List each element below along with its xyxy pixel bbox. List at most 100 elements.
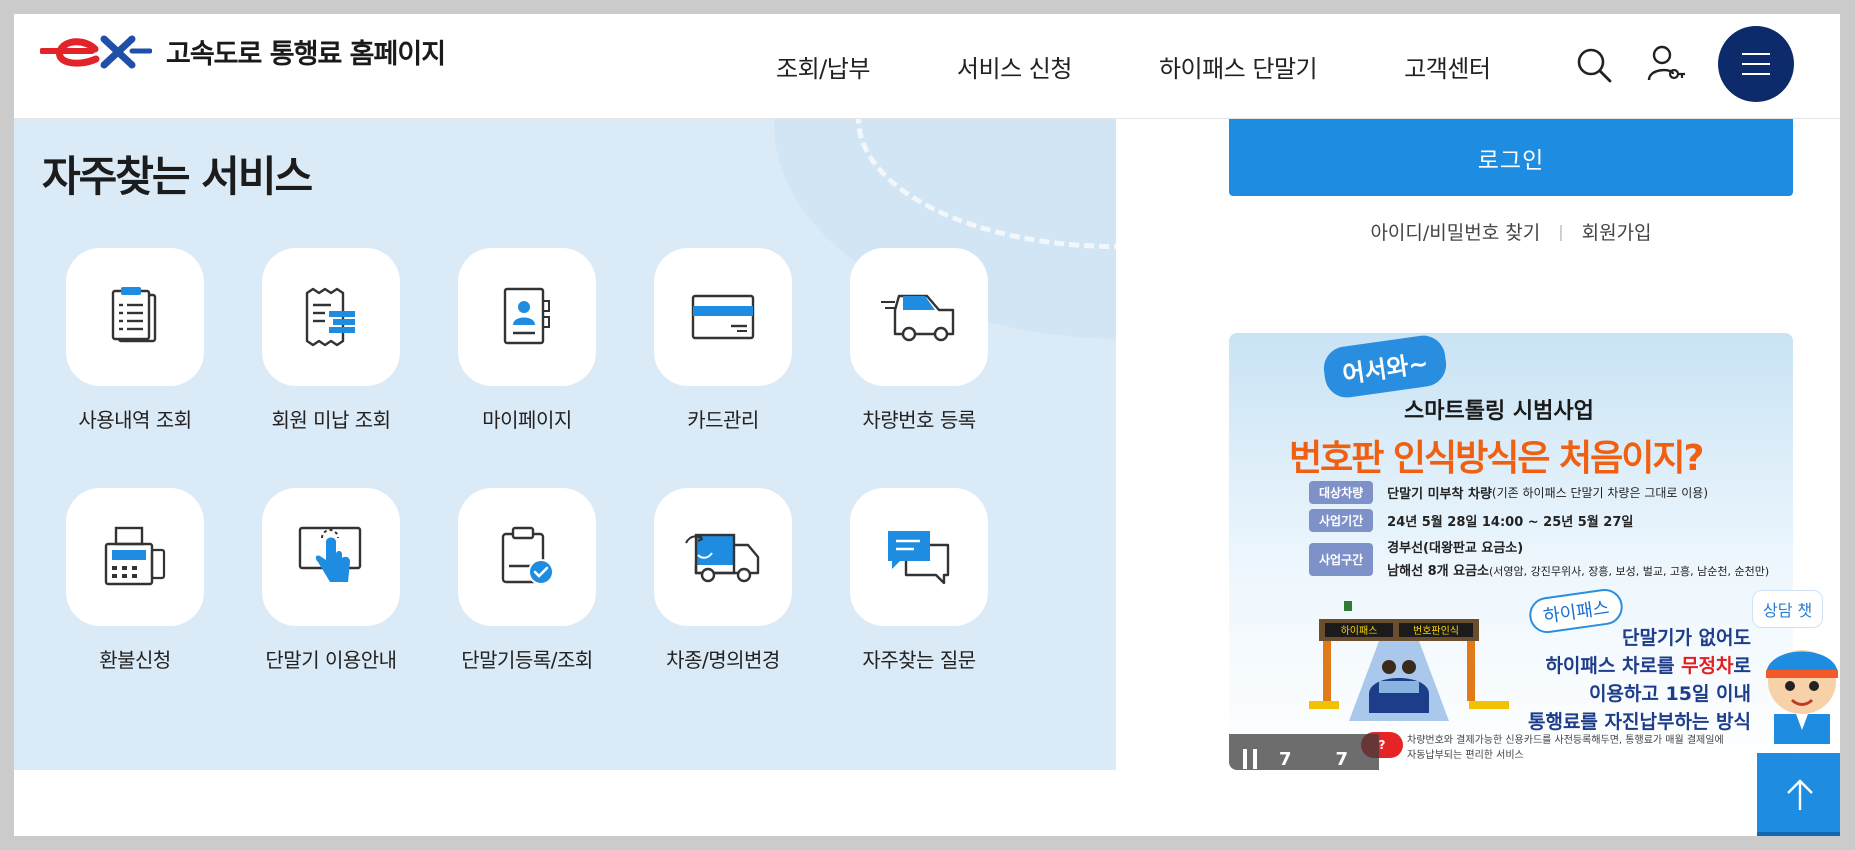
pager-current: 7 — [1279, 748, 1292, 770]
banner-line-text: 하이패스 차로 — [1545, 655, 1657, 677]
banner-subtitle: 스마트톨링 시범사업 — [1404, 399, 1594, 424]
hamburger-menu-button[interactable] — [1718, 26, 1794, 102]
banner-footer-line: 차량번호와 결제가능한 신용카드를 사전등록해두면, 통행료가 매월 결제일에 — [1407, 735, 1724, 746]
site-logo[interactable]: 고속도로 통행료 홈페이지 — [40, 32, 446, 71]
ex-logo-icon — [40, 35, 152, 68]
nav-inquiry-payment[interactable]: 조회/납부 — [776, 49, 870, 84]
banner-row-bold-2: 남해선 8개 요금소 — [1387, 564, 1489, 579]
tollgate-illustration-icon: 하이패스 번호판인식 — [1309, 601, 1509, 721]
service-device-registration[interactable]: 단말기등록/조회 — [432, 488, 622, 673]
service-icon-box — [850, 248, 988, 386]
banner-line-text: 하는 방식 — [1674, 711, 1751, 733]
service-icon-box — [458, 248, 596, 386]
service-icon-box — [262, 488, 400, 626]
banner-line-text: 를 — [1656, 655, 1682, 677]
nav-customer-center[interactable]: 고객센터 — [1404, 49, 1491, 84]
service-icon-box — [262, 248, 400, 386]
receipt-icon — [305, 287, 355, 347]
service-label: 마이페이지 — [482, 408, 572, 432]
gate-sign-plate: 번호판인식 — [1413, 625, 1459, 637]
banner-row-bold: 24년 5월 28일 14:00 ~ 25년 5월 27일 — [1387, 515, 1634, 530]
arrow-up-icon — [1787, 778, 1813, 810]
service-card-management[interactable]: 카드관리 — [628, 248, 818, 433]
banner-line-1: 단말기가 없어도 — [1622, 623, 1751, 650]
service-icon-box — [850, 488, 988, 626]
site-title: 고속도로 통행료 홈페이지 — [166, 39, 446, 70]
banner-row-bold: 경부선(대왕판교 요금소) — [1387, 541, 1524, 556]
pause-icon[interactable] — [1243, 749, 1257, 769]
banner-line-3: 이용하고 15일 이내 — [1589, 679, 1751, 706]
banner-line-highlight: 무정차 — [1681, 655, 1734, 677]
service-label: 단말기등록/조회 — [461, 648, 593, 672]
signup-link[interactable]: 회원가입 — [1582, 218, 1652, 245]
touch-screen-icon — [298, 526, 362, 582]
banner-welcome-bubble: 어서와~ — [1321, 333, 1450, 401]
banner-row-bold: 단말기 미부착 차량 — [1387, 487, 1492, 502]
nav-service-apply[interactable]: 서비스 신청 — [957, 49, 1073, 84]
login-links: 아이디/비밀번호 찾기 | 회원가입 — [1229, 218, 1793, 245]
service-icon-box — [66, 248, 204, 386]
banner-line-4: 통행료를 자진납부하는 방식 — [1528, 707, 1751, 734]
service-usage-history[interactable]: 사용내역 조회 — [40, 248, 230, 433]
service-label: 차량번호 등록 — [862, 408, 976, 432]
chatbot-label[interactable]: 상담 챗 — [1752, 590, 1824, 628]
credit-card-icon — [691, 294, 755, 340]
banner-line-text: 이용하고 15일 이내 — [1588, 683, 1751, 705]
banner-footer-text: 차량번호와 결제가능한 신용카드를 사전등록해두면, 통행료가 매월 결제일에 … — [1407, 733, 1724, 763]
login-button[interactable]: 로그인 — [1229, 119, 1793, 196]
banner-tag: 사업구간 — [1309, 543, 1374, 576]
banner-pager: 7 7 — [1229, 734, 1379, 770]
main-nav: 조회/납부 서비스 신청 하이패스 단말기 고객센터 — [776, 14, 1491, 119]
hamburger-menu-icon — [1742, 53, 1770, 75]
banner-title: 번호판 인식방식은 처음이지? — [1289, 429, 1704, 481]
service-icon-box — [66, 488, 204, 626]
search-icon[interactable] — [1575, 46, 1613, 84]
promo-banner[interactable]: 어서와~ 스마트톨링 시범사업 번호판 인식방식은 처음이지? 대상차량 단말기… — [1229, 333, 1793, 770]
chatbot-mascot-icon[interactable] — [1756, 634, 1840, 744]
section-title: 자주찾는 서비스 — [42, 152, 313, 201]
service-label: 차종/명의변경 — [666, 648, 780, 672]
moving-car-icon — [881, 294, 955, 342]
link-separator: | — [1558, 222, 1564, 241]
service-label: 회원 미납 조회 — [271, 408, 391, 432]
banner-tag: 대상차량 — [1309, 481, 1374, 504]
service-label: 단말기 이용안내 — [265, 648, 397, 672]
service-mypage[interactable]: 마이페이지 — [432, 248, 622, 433]
banner-row-text: (기존 하이패스 단말기 차량은 그대로 이용) — [1491, 486, 1709, 500]
banner-hipass-bubble: 하이패스 — [1526, 586, 1626, 636]
page: 고속도로 통행료 홈페이지 조회/납부 서비스 신청 하이패스 단말기 고객센터… — [14, 14, 1840, 836]
nav-hipass-device[interactable]: 하이패스 단말기 — [1159, 49, 1318, 84]
clipboard-check-icon — [501, 526, 554, 585]
service-vehicle-owner-change[interactable]: 차종/명의변경 — [628, 488, 818, 673]
pager-total: 7 — [1335, 748, 1349, 770]
service-refund-request[interactable]: 환불신청 — [40, 488, 230, 673]
banner-title-rest: 은 처음이지? — [1517, 438, 1704, 479]
frequent-services-panel: 자주찾는 서비스 사용내역 조회 회원 미납 조회 마이페이지 카드관리 차량번… — [14, 119, 1116, 770]
user-key-icon[interactable] — [1647, 44, 1687, 84]
service-label: 환불신청 — [99, 648, 171, 672]
banner-row-target: 대상차량 단말기 미부착 차량 (기존 하이패스 단말기 차량은 그대로 이용) — [1309, 481, 1708, 504]
banner-row-period: 사업기간 24년 5월 28일 14:00 ~ 25년 5월 27일 — [1309, 509, 1633, 532]
banner-row-text-2: (서영암, 강진무위사, 장흥, 보성, 벌교, 고흥, 남순천, 순천만) — [1489, 565, 1770, 578]
gate-sign-hipass: 하이패스 — [1341, 624, 1378, 637]
service-label: 카드관리 — [687, 408, 759, 432]
banner-line-text: 단말기가 없어도 — [1622, 627, 1751, 649]
chat-bubbles-icon — [888, 531, 950, 585]
service-device-guide[interactable]: 단말기 이용안내 — [236, 488, 426, 673]
truck-exchange-icon — [685, 533, 760, 583]
banner-line-text: 로 — [1733, 655, 1751, 677]
find-account-link[interactable]: 아이디/비밀번호 찾기 — [1370, 218, 1540, 245]
back-to-top-button[interactable] — [1757, 753, 1840, 836]
banner-footer-line: 자동납부되는 편리한 서비스 — [1407, 750, 1524, 761]
fax-machine-icon — [104, 526, 166, 586]
service-faq[interactable]: 자주찾는 질문 — [824, 488, 1014, 673]
service-vehicle-registration[interactable]: 차량번호 등록 — [824, 248, 1014, 433]
site-header: 고속도로 통행료 홈페이지 조회/납부 서비스 신청 하이패스 단말기 고객센터 — [14, 14, 1840, 119]
service-member-unpaid[interactable]: 회원 미납 조회 — [236, 248, 426, 433]
banner-line-2: 하이패스 차로를 무정차로 — [1545, 651, 1751, 678]
contact-book-icon — [503, 287, 550, 345]
banner-row-section: 사업구간 경부선(대왕판교 요금소) 남해선 8개 요금소(서영암, 강진무위사… — [1309, 537, 1769, 579]
document-list-icon — [111, 287, 157, 343]
service-label: 자주찾는 질문 — [862, 648, 976, 672]
button-shadow — [1757, 832, 1840, 836]
